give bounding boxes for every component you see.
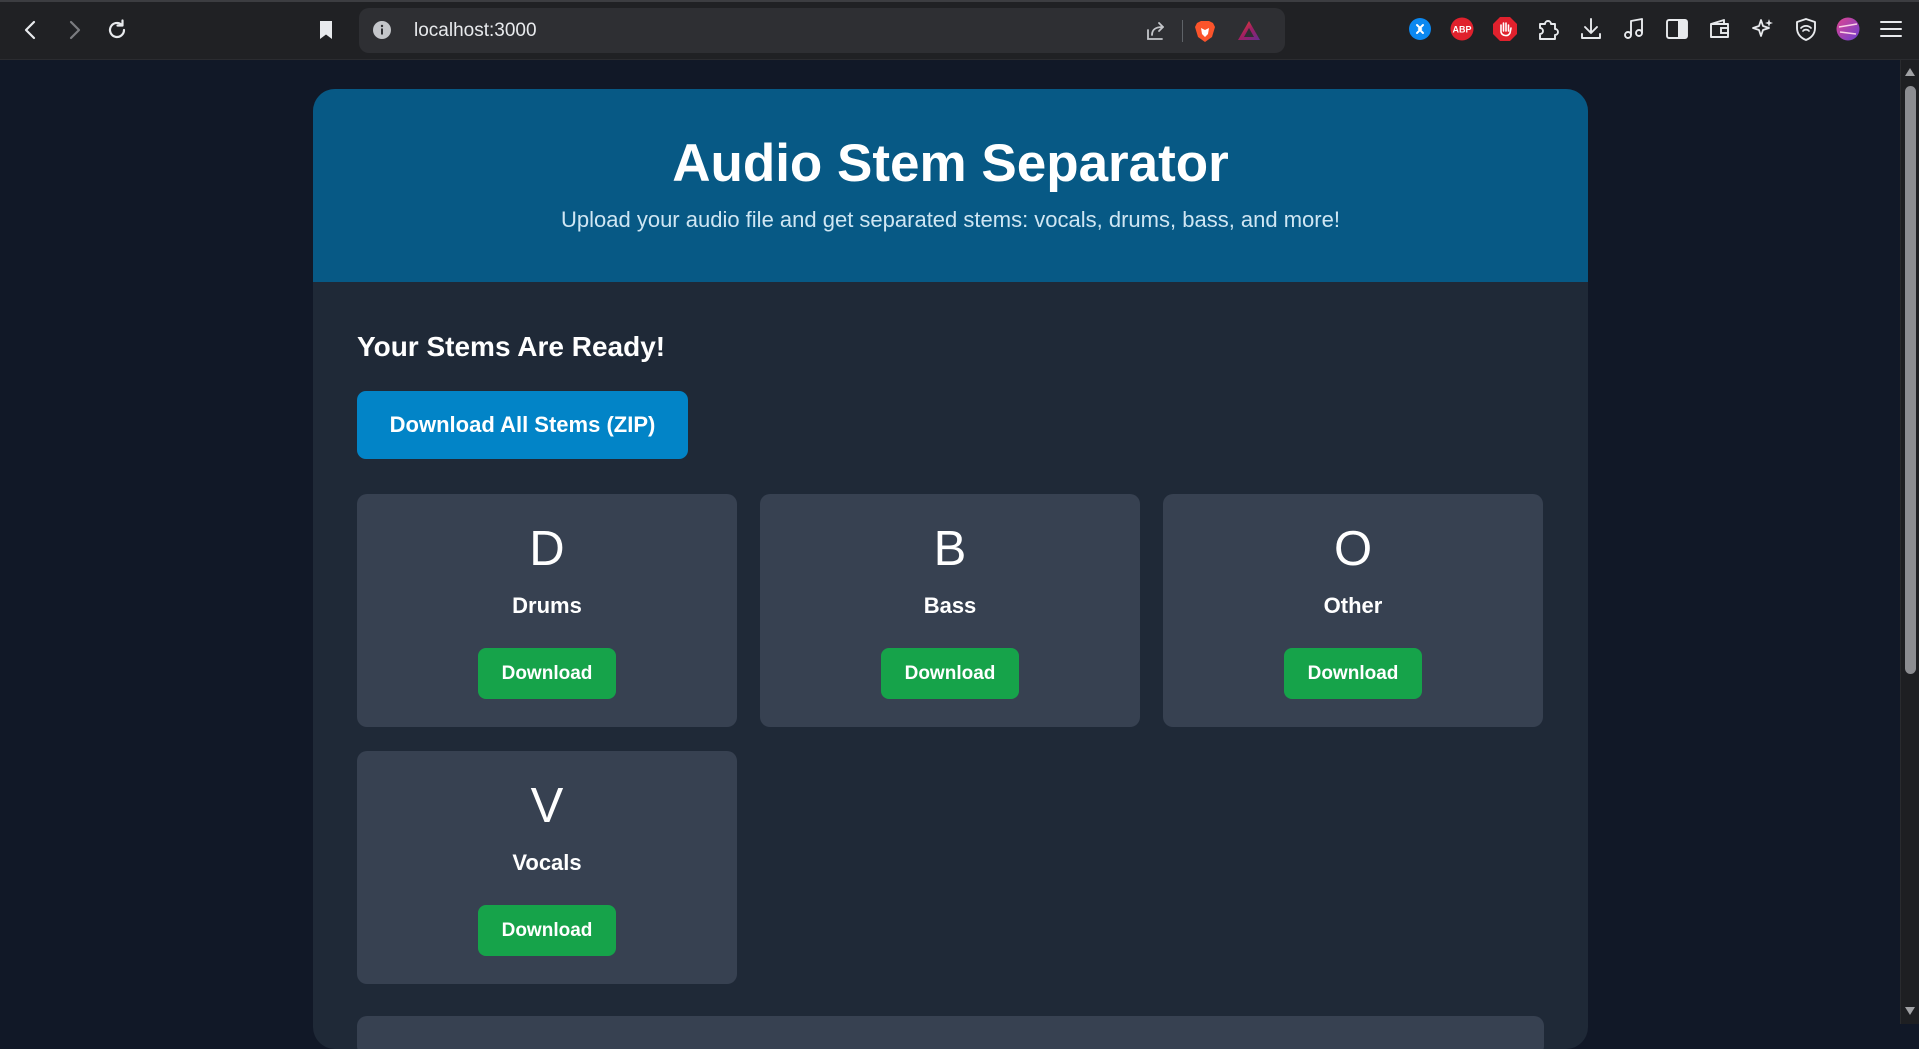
scroll-down-arrow[interactable]: [1905, 1006, 1915, 1016]
wallet-button[interactable]: [1706, 15, 1734, 43]
next-section-panel: [357, 1016, 1544, 1049]
sidebar-icon: [1666, 19, 1688, 39]
stem-name: Drums: [512, 593, 582, 618]
stem-card-other: O Other Download: [1163, 494, 1543, 727]
vpn-shield-icon: [1796, 18, 1816, 41]
bookmark-icon: [320, 21, 332, 39]
extensions-button[interactable]: [1534, 15, 1562, 43]
stem-name: Bass: [923, 593, 977, 618]
download-vocals-button[interactable]: Download: [478, 905, 616, 956]
stop-extension[interactable]: [1491, 15, 1519, 43]
adblock-plus-extension[interactable]: ABP: [1448, 15, 1476, 43]
forward-button[interactable]: [56, 12, 92, 48]
stems-ready-heading: Your Stems Are Ready!: [357, 331, 666, 362]
wallet-icon: [1710, 19, 1729, 38]
shazam-icon: [1409, 18, 1431, 40]
bookmark-button[interactable]: [308, 12, 344, 48]
triangle-down-icon: [1905, 1007, 1915, 1015]
scroll-up-arrow[interactable]: [1905, 67, 1915, 77]
window-top-edge: [0, 0, 1919, 2]
app-title: Audio Stem Separator: [672, 134, 1229, 193]
stem-letter: V: [530, 779, 564, 833]
site-info-button[interactable]: [371, 19, 393, 41]
page-scrollbar[interactable]: [1900, 60, 1919, 1024]
profile-button[interactable]: [1834, 15, 1862, 43]
download-drums-button[interactable]: Download: [478, 648, 616, 699]
download-bass-button[interactable]: Download: [881, 648, 1019, 699]
profile-avatar-icon: [1836, 17, 1860, 41]
reload-icon: [108, 19, 126, 39]
stem-letter: O: [1333, 522, 1373, 576]
omnibox-divider: [1182, 20, 1183, 42]
app-subtitle: Upload your audio file and get separated…: [561, 207, 1340, 232]
app-card: Audio Stem Separator Upload your audio f…: [313, 89, 1588, 1049]
stem-letter: B: [933, 522, 967, 576]
stem-card-drums: D Drums Download: [357, 494, 737, 727]
stem-name: Vocals: [512, 850, 582, 875]
share-icon: [1147, 22, 1164, 40]
download-all-zip-button[interactable]: Download All Stems (ZIP): [357, 391, 688, 459]
download-icon: [1581, 18, 1601, 39]
forward-arrow-icon: [69, 20, 81, 40]
browser-toolbar: localhost:3000 ABP: [0, 0, 1919, 60]
svg-text:ABP: ABP: [1452, 25, 1471, 35]
sidebar-toggle-button[interactable]: [1663, 15, 1691, 43]
shazam-extension[interactable]: [1406, 15, 1434, 43]
stem-letter: D: [529, 522, 565, 576]
puzzle-icon: [1539, 20, 1559, 40]
app-header: Audio Stem Separator Upload your audio f…: [313, 89, 1588, 282]
address-bar[interactable]: localhost:3000: [359, 8, 1285, 53]
menu-icon: [1880, 21, 1902, 37]
stem-card-vocals: V Vocals Download: [357, 751, 737, 984]
brave-lion-icon: [1195, 21, 1215, 42]
main-menu-button[interactable]: [1877, 15, 1905, 43]
leo-ai-button[interactable]: [1749, 15, 1777, 43]
stop-hand-icon: [1493, 17, 1517, 41]
scroll-thumb[interactable]: [1905, 86, 1916, 674]
url-text[interactable]: localhost:3000: [414, 19, 537, 42]
back-button[interactable]: [13, 12, 49, 48]
stem-card-bass: B Bass Download: [760, 494, 1140, 727]
stem-name: Other: [1323, 593, 1383, 618]
adblock-plus-icon: ABP: [1450, 17, 1474, 41]
share-button[interactable]: [1143, 18, 1169, 44]
downloads-button[interactable]: [1577, 15, 1605, 43]
brave-rewards-button[interactable]: [1236, 18, 1262, 44]
brave-shields-button[interactable]: [1192, 18, 1218, 44]
leo-ai-icon: [1752, 19, 1773, 37]
download-other-button[interactable]: Download: [1284, 648, 1422, 699]
vpn-button[interactable]: [1792, 15, 1820, 43]
music-note-icon: [1624, 18, 1643, 39]
media-button[interactable]: [1620, 15, 1648, 43]
triangle-up-icon: [1905, 68, 1915, 76]
info-icon: [373, 21, 391, 39]
brave-rewards-icon: [1238, 21, 1260, 40]
back-arrow-icon: [24, 20, 36, 40]
reload-button[interactable]: [99, 12, 135, 48]
